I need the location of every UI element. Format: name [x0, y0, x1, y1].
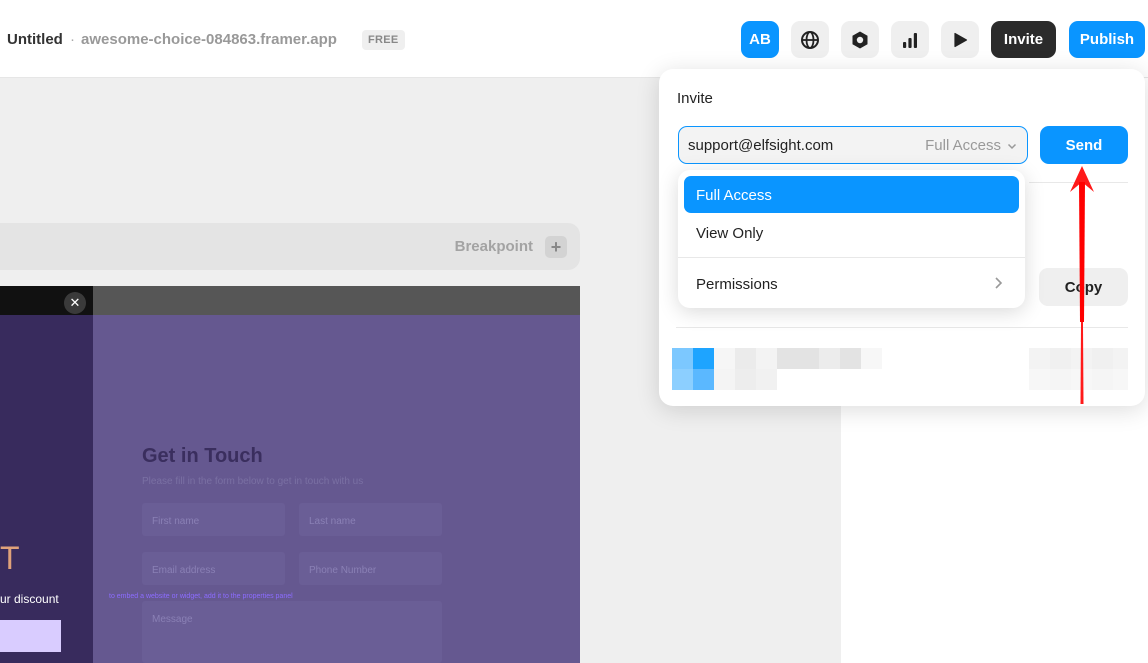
popover-divider — [676, 327, 1128, 328]
annotation-arrow-icon — [1070, 166, 1094, 404]
title-separator: · — [70, 31, 75, 48]
option-full-access[interactable]: Full Access — [684, 176, 1019, 213]
invite-button[interactable]: Invite — [991, 21, 1056, 58]
popup-input[interactable] — [0, 620, 61, 652]
popup-panel — [0, 315, 93, 663]
breakpoint-bar[interactable]: Breakpoint + — [0, 223, 580, 270]
settings-hexagon-icon — [852, 31, 868, 48]
dropdown-divider — [678, 257, 1025, 258]
site-settings-button[interactable] — [791, 21, 829, 58]
preview-button[interactable] — [941, 21, 979, 58]
invite-email-value: support@elfsight.com — [688, 137, 834, 154]
form-title: Get in Touch — [142, 445, 263, 467]
option-view-only[interactable]: View Only — [684, 214, 1019, 251]
plan-badge[interactable]: FREE — [362, 30, 405, 50]
play-icon — [954, 32, 968, 47]
invite-popover-title: Invite — [677, 90, 713, 107]
breakpoint-label: Breakpoint — [454, 238, 533, 255]
chevron-down-icon — [1007, 143, 1017, 150]
popup-headline: T — [0, 540, 20, 576]
add-breakpoint-button[interactable]: + — [545, 236, 567, 258]
plugins-button[interactable] — [841, 21, 879, 58]
analytics-button[interactable] — [891, 21, 929, 58]
phone-field[interactable]: Phone Number — [299, 552, 442, 585]
publish-button[interactable]: Publish — [1069, 21, 1145, 58]
analytics-bars-icon — [903, 32, 917, 48]
form-subtitle: Please fill in the form below to get in … — [142, 476, 364, 487]
first-name-field[interactable]: First name — [142, 503, 285, 536]
project-title[interactable]: Untitled — [7, 31, 63, 48]
chevron-right-icon — [995, 277, 1003, 289]
globe-icon — [801, 30, 819, 49]
top-toolbar: Untitled · awesome-choice-084863.framer.… — [0, 0, 1148, 78]
user-avatar[interactable]: AB — [741, 21, 779, 58]
message-field[interactable]: Message — [142, 601, 442, 663]
embed-hint: to embed a website or widget, add it to … — [109, 593, 293, 600]
last-name-field[interactable]: Last name — [299, 503, 442, 536]
site-domain-link[interactable]: awesome-choice-084863.framer.app — [81, 31, 337, 48]
email-field[interactable]: Email address — [142, 552, 285, 585]
popup-discount-text: ur discount — [0, 592, 59, 606]
member-row-redacted — [672, 348, 1128, 390]
access-level-select[interactable]: Full Access — [925, 137, 1001, 154]
permissions-menu-item[interactable]: Permissions — [684, 265, 1019, 302]
access-dropdown-menu: Full Access View Only Permissions — [678, 170, 1025, 308]
invite-email-input[interactable]: support@elfsight.com Full Access — [678, 126, 1028, 164]
close-icon[interactable]: ✕ — [64, 292, 86, 314]
